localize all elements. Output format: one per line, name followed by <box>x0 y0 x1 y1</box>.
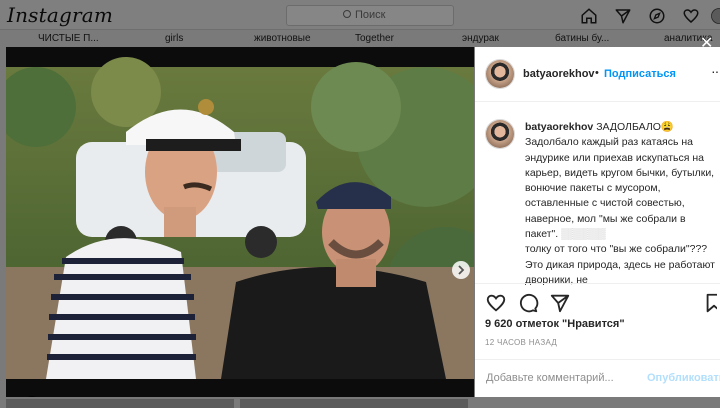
author-avatar[interactable] <box>485 59 515 89</box>
separator-dot: • <box>595 67 599 79</box>
caption-author-avatar[interactable] <box>485 119 515 149</box>
highlights-row: ЧИСТЫЕ П... girls животновые Together эн… <box>0 30 720 46</box>
comment-form: Добавьте комментарий... Опубликовать <box>475 359 720 397</box>
comment-icon[interactable] <box>517 292 539 314</box>
user-icon <box>22 396 42 397</box>
caption-username[interactable]: batyaorekhov <box>525 121 593 133</box>
post-photo[interactable] <box>6 47 474 397</box>
caption-title: ЗАДОЛБАЛО😩 <box>596 121 674 133</box>
author-username[interactable]: batyaorekhov <box>523 68 595 80</box>
feed-thumbnail[interactable] <box>240 399 468 408</box>
caption-text-continued: толку от того что "вы же собрали"??? Это… <box>525 243 715 286</box>
activity-heart-icon[interactable] <box>682 7 700 25</box>
post-header: batyaorekhov • Подписаться ··· <box>475 47 720 102</box>
chevron-right-icon <box>458 265 465 275</box>
bookmark-icon[interactable] <box>703 292 717 314</box>
highlight-label[interactable]: girls <box>165 33 183 44</box>
feed-thumbnail[interactable] <box>6 399 234 408</box>
more-options-icon[interactable]: ··· <box>711 63 720 79</box>
home-icon[interactable] <box>580 7 598 25</box>
instagram-logo[interactable]: Instagram <box>7 3 113 27</box>
caption-text: Задолбало каждый раз катаясь на эндурике… <box>525 136 715 241</box>
post-actions-bar <box>475 283 720 323</box>
search-input[interactable]: Поиск <box>286 5 454 26</box>
comment-input[interactable]: Добавьте комментарий... <box>486 372 614 384</box>
follow-button[interactable]: Подписаться <box>604 68 676 80</box>
explore-icon[interactable] <box>648 7 666 25</box>
like-icon[interactable] <box>485 292 507 314</box>
likes-count[interactable]: 9 620 отметок "Нравится" <box>485 318 625 330</box>
top-navigation-bar: Instagram Поиск <box>0 0 720 30</box>
direct-messages-icon[interactable] <box>614 7 632 25</box>
redacted-text: ▒▒▒▒▒▒ <box>561 228 606 241</box>
profile-avatar-icon[interactable] <box>710 7 720 25</box>
highlight-label[interactable]: батины бу... <box>555 33 609 44</box>
highlight-label[interactable]: Together <box>355 33 394 44</box>
post-side-panel: batyaorekhov • Подписаться ··· batyaorek… <box>475 47 720 397</box>
post-caption: batyaorekhov ЗАДОЛБАЛО😩 Задолбало каждый… <box>525 120 715 288</box>
tagged-users-button[interactable] <box>22 396 42 397</box>
share-icon[interactable] <box>549 292 571 314</box>
publish-comment-button[interactable]: Опубликовать <box>647 372 720 384</box>
carousel-next-button[interactable] <box>452 261 470 279</box>
search-placeholder: Поиск <box>355 9 386 21</box>
highlight-label[interactable]: животновые <box>254 33 311 44</box>
search-icon <box>343 10 351 18</box>
highlight-label[interactable]: эндурак <box>462 33 499 44</box>
highlight-label[interactable]: ЧИСТЫЕ П... <box>38 33 99 44</box>
post-timestamp[interactable]: 12 ЧАСОВ НАЗАД <box>485 338 557 347</box>
photo-scene <box>6 47 474 397</box>
